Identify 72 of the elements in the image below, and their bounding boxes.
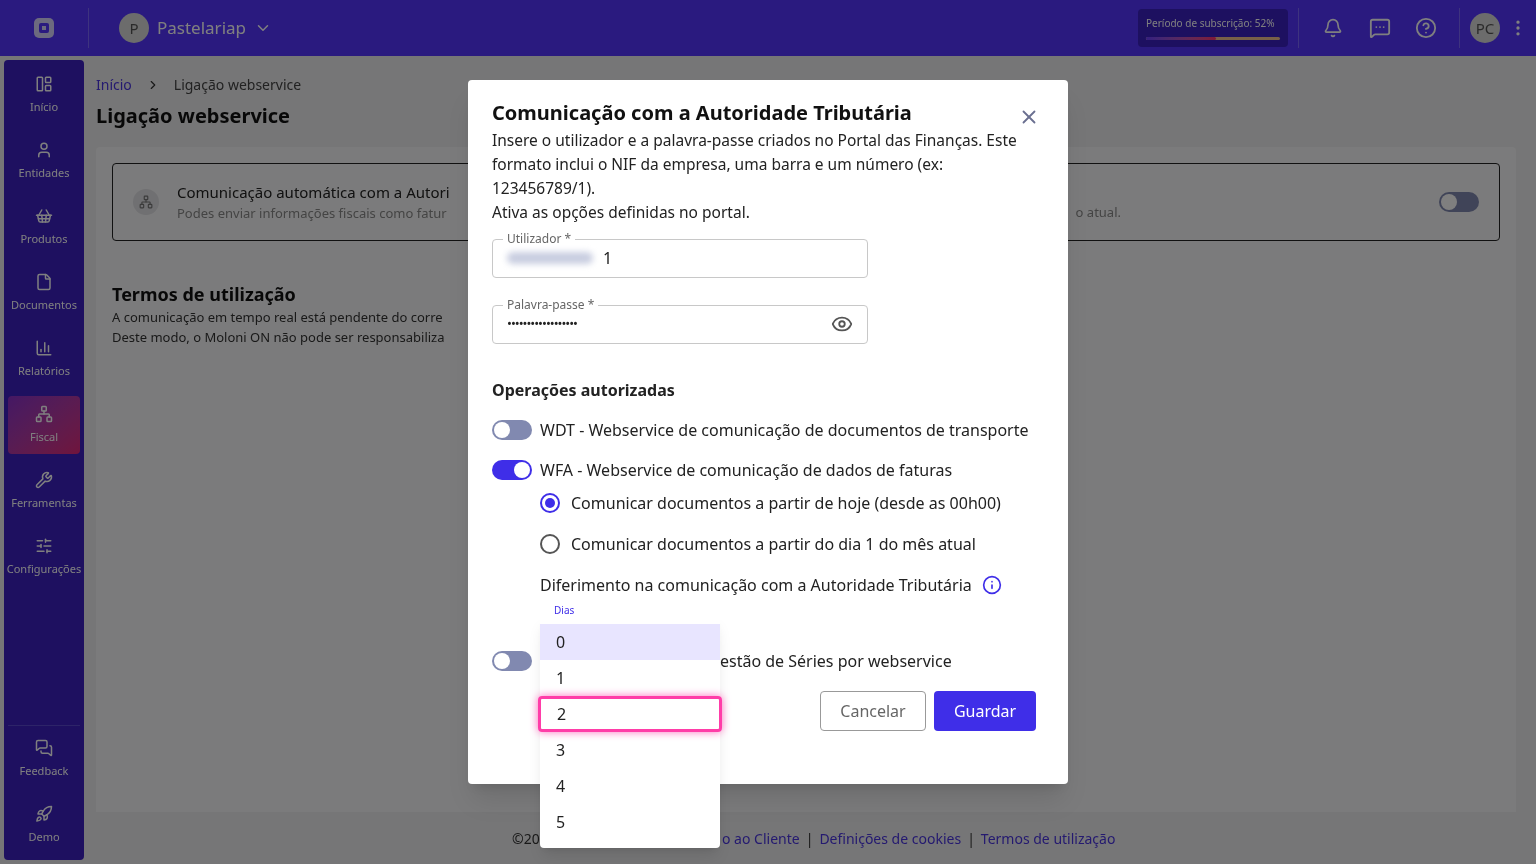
dialog-title: Comunicação com a Autoridade Tributária (492, 98, 912, 128)
wrench-icon (35, 470, 53, 489)
notification-icon[interactable] (1323, 18, 1343, 38)
help-icon[interactable] (1415, 17, 1437, 39)
network-icon (133, 189, 159, 215)
dropdown-option[interactable]: 1 (540, 660, 720, 696)
footer-link[interactable]: Definições de cookies (819, 827, 962, 849)
save-button[interactable]: Guardar (934, 691, 1036, 731)
series-label: estão de Séries por webservice (720, 649, 952, 673)
operation-label: WFA - Webservice de comunicação de dados de faturas (540, 458, 953, 482)
sidebar-item[interactable]: Configurações (8, 528, 80, 586)
sidebar-item[interactable]: Demo (8, 796, 80, 854)
user-icon (35, 140, 53, 159)
sidebar-item[interactable]: Início (8, 66, 80, 124)
radio-button[interactable] (540, 493, 560, 513)
basket-icon (35, 206, 53, 225)
dialog-description: Insere o utilizador e a palavra-passe criados no Portal das Finanças. Este formato inclui o NIF da empresa, uma barra e um número (ex: 123456789/1). (492, 128, 1018, 200)
company-avatar: P (119, 13, 149, 43)
auto-communication-toggle[interactable] (1439, 192, 1479, 212)
section-title: Operações autorizadas (492, 378, 675, 402)
chat-icon[interactable] (1369, 17, 1391, 39)
cancel-button[interactable]: Cancelar (820, 691, 926, 731)
sliders-icon (35, 536, 53, 555)
card-subtitle: Podes enviar informações fiscais como fatur (177, 203, 448, 223)
copyright-text: ©20 (512, 827, 540, 849)
file-icon (35, 272, 53, 291)
dropdown-option[interactable]: 4 (540, 768, 720, 804)
page-title: Ligação webservice (96, 101, 291, 131)
sidebar-item[interactable]: Documentos (8, 264, 80, 322)
terms-title: Termos de utilização (112, 281, 296, 308)
sidebar-item[interactable]: Relatórios (8, 330, 80, 388)
radio-button[interactable] (540, 534, 560, 554)
terms-text: Deste modo, o Moloni ON não pode ser responsabiliza (112, 327, 445, 347)
card-title: Comunicação automática com a Autori (177, 181, 451, 204)
sidebar-item[interactable]: Entidades (8, 132, 80, 190)
footer-separator: | (805, 827, 814, 849)
dropdown-option[interactable]: 2 (538, 696, 722, 732)
rocket-icon (35, 804, 53, 823)
user-avatar[interactable]: PC (1470, 13, 1500, 43)
terms-text: A comunicação em tempo real está pendente do corre (112, 308, 443, 328)
subscription-panel: Período de subscrição: 52% (1138, 9, 1288, 47)
layout-icon (35, 74, 53, 93)
dropdown-option[interactable]: 5 (540, 804, 720, 840)
info-icon[interactable] (981, 575, 1002, 595)
deferral-label: Diferimento na comunicação com a Autoridade Tributária (540, 573, 972, 597)
days-label: Dias (554, 604, 575, 616)
card-subtitle-end: o atual. (1075, 203, 1121, 223)
sidebar-item[interactable]: Produtos (8, 198, 80, 256)
chart-icon (35, 338, 53, 357)
operation-toggle[interactable] (492, 460, 532, 480)
radio-label: Comunicar documentos a partir do dia 1 do mês atual (571, 532, 976, 556)
sidebar-item[interactable]: Feedback (8, 730, 80, 788)
dropdown-option[interactable]: 0 (540, 624, 720, 660)
network-icon (35, 404, 53, 423)
logo-icon[interactable] (32, 16, 56, 40)
radio-label: Comunicar documentos a partir de hoje (desde as 00h00) (571, 491, 1001, 515)
breadcrumb-current: Ligação webservice (173, 74, 302, 95)
dropdown-option[interactable]: 3 (540, 732, 720, 768)
dialog-description: Ativa as opções definidas no portal. (492, 200, 751, 224)
operation-label: WDT - Webservice de comunicação de documentos de transporte (540, 418, 1029, 442)
username-field[interactable]: Utilizador * 1 (492, 232, 868, 278)
footer-link[interactable]: o ao Cliente (722, 827, 800, 849)
sidebar-item[interactable]: Fiscal (8, 396, 80, 454)
series-toggle[interactable] (492, 651, 532, 671)
footer-link[interactable]: Termos de utilização (980, 827, 1116, 849)
operation-toggle[interactable] (492, 420, 532, 440)
password-field[interactable]: Palavra-passe * •••••••••••••••••• (492, 298, 868, 344)
chat-icon (35, 738, 53, 757)
company-selector[interactable]: P Pastelariap (119, 13, 272, 43)
footer-separator: | (967, 827, 975, 849)
breadcrumb-link[interactable]: Início (96, 74, 132, 95)
sidebar-item[interactable]: Ferramentas (8, 462, 80, 520)
